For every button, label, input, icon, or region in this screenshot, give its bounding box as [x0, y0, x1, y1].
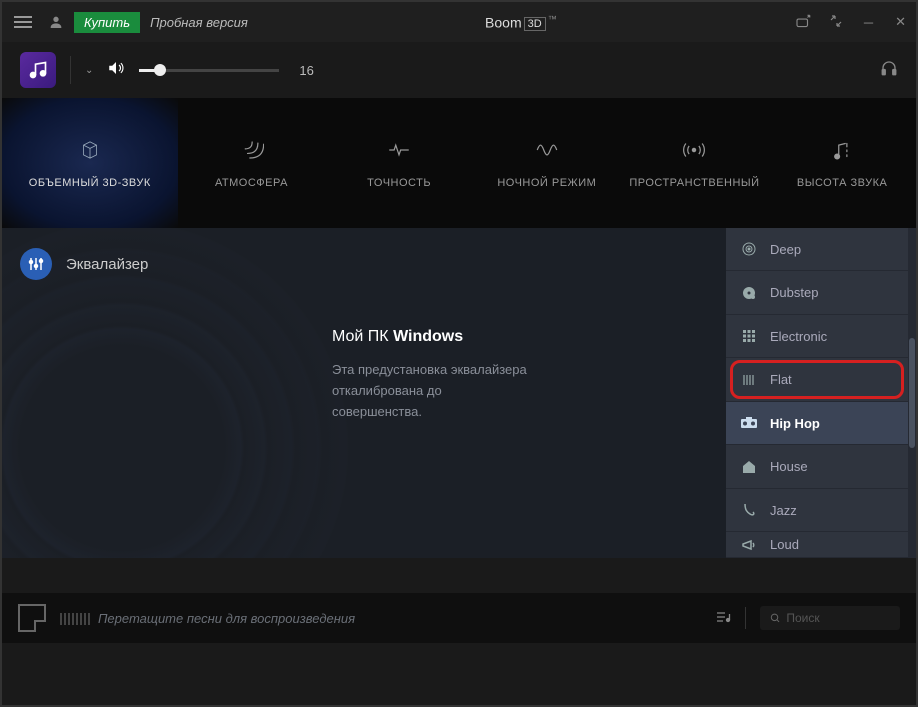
- effect-tabs: ОБЪЕМНЫЙ 3D-ЗВУК АТМОСФЕРА ТОЧНОСТЬ НОЧН…: [2, 98, 916, 228]
- output-dropdown[interactable]: ⌄: [85, 65, 93, 76]
- cube-icon: [77, 137, 103, 163]
- player-bar: Перетащите песни для воспроизведения: [2, 593, 916, 643]
- volume-slider[interactable]: [139, 69, 279, 72]
- album-icon[interactable]: [18, 604, 46, 632]
- tab-ambience[interactable]: АТМОСФЕРА: [178, 98, 326, 228]
- tab-3d-surround[interactable]: ОБЪЕМНЫЙ 3D-ЗВУК: [2, 98, 178, 228]
- equalizer-panel: Эквалайзер Мой ПК Windows Эта предустано…: [2, 228, 726, 558]
- tab-pitch[interactable]: ВЫСОТА ЗВУКА: [768, 98, 916, 228]
- titlebar-right: ─ ✕: [794, 10, 910, 34]
- preset-label: Loud: [770, 537, 799, 552]
- divider: [70, 56, 71, 84]
- share-icon[interactable]: [794, 13, 812, 31]
- tab-label: ВЫСОТА ЗВУКА: [797, 177, 887, 189]
- target-icon: [740, 240, 758, 258]
- equalizer-toggle[interactable]: [20, 248, 52, 280]
- preset-sidebar: Deep Dubstep Electronic Flat Hip Hop: [726, 228, 916, 558]
- preset-label: Dubstep: [770, 285, 818, 300]
- preset-loud[interactable]: Loud: [726, 532, 908, 558]
- compact-button[interactable]: [826, 11, 846, 34]
- preset-label: Deep: [770, 242, 801, 257]
- preset-electronic[interactable]: Electronic: [726, 315, 908, 358]
- divider: [745, 607, 746, 629]
- scrollbar-thumb[interactable]: [909, 338, 915, 448]
- preset-list[interactable]: Deep Dubstep Electronic Flat Hip Hop: [726, 228, 908, 558]
- speaker-icon[interactable]: [107, 59, 125, 82]
- drag-stripes: [60, 613, 90, 625]
- preset-jazz[interactable]: Jazz: [726, 489, 908, 532]
- equalizer-header: Эквалайзер: [2, 228, 726, 300]
- spatial-icon: [681, 137, 707, 163]
- trial-label: Пробная версия: [150, 15, 248, 30]
- app-icon[interactable]: [20, 52, 56, 88]
- preset-dubstep[interactable]: Dubstep: [726, 271, 908, 314]
- preset-hiphop[interactable]: Hip Hop: [726, 402, 908, 445]
- tab-label: НОЧНОЙ РЕЖИМ: [497, 177, 596, 189]
- preset-label: Flat: [770, 372, 792, 387]
- megaphone-icon: [740, 536, 758, 554]
- search-icon: [770, 612, 780, 624]
- waves-icon: [238, 137, 264, 163]
- eq-heading: Мой ПК Windows: [332, 328, 532, 346]
- menu-button[interactable]: [8, 10, 38, 34]
- title-text: Boom: [485, 14, 522, 30]
- equalizer-title: Эквалайзер: [66, 256, 148, 273]
- sax-icon: [740, 501, 758, 519]
- preset-scrollbar[interactable]: [908, 228, 916, 558]
- preset-label: Electronic: [770, 329, 827, 344]
- drag-hint-text: Перетащите песни для воспроизведения: [98, 611, 355, 626]
- playlist-icon[interactable]: [715, 609, 731, 628]
- profile-icon[interactable]: [48, 14, 64, 30]
- disc-icon: [740, 284, 758, 302]
- preset-label: Jazz: [770, 503, 797, 518]
- boombox-icon: [740, 414, 758, 432]
- title-3d: 3D: [524, 17, 546, 31]
- preset-flat[interactable]: Flat: [726, 358, 908, 401]
- grid-icon: [740, 327, 758, 345]
- preset-deep[interactable]: Deep: [726, 228, 908, 271]
- drag-hint: Перетащите песни для воспроизведения: [60, 611, 701, 626]
- equalizer-description: Мой ПК Windows Эта предустановка эквалай…: [332, 328, 532, 422]
- headphone-icon[interactable]: [880, 59, 898, 82]
- pitch-icon: [829, 137, 855, 163]
- titlebar-left: Купить Пробная версия: [8, 10, 248, 34]
- tab-label: ПРОСТРАНСТВЕННЫЙ: [629, 177, 759, 189]
- app-title: Boom3D™: [256, 14, 786, 31]
- preset-label: Hip Hop: [770, 416, 820, 431]
- buy-button[interactable]: Купить: [74, 12, 140, 33]
- eq-body: Эта предустановка эквалайзера откалибров…: [332, 360, 532, 422]
- wave-icon: [534, 137, 560, 163]
- main-area: Эквалайзер Мой ПК Windows Эта предустано…: [2, 228, 916, 558]
- volume-value: 16: [299, 63, 313, 78]
- house-icon: [740, 458, 758, 476]
- title-tm: ™: [548, 14, 557, 24]
- titlebar: Купить Пробная версия Boom3D™ ─ ✕: [2, 2, 916, 42]
- tab-night-mode[interactable]: НОЧНОЙ РЕЖИМ: [473, 98, 621, 228]
- close-button[interactable]: ✕: [891, 10, 910, 34]
- search-box[interactable]: [760, 606, 900, 630]
- app-window: Купить Пробная версия Boom3D™ ─ ✕ ⌄ 16: [0, 0, 918, 707]
- tab-fidelity[interactable]: ТОЧНОСТЬ: [325, 98, 473, 228]
- bars-icon: [740, 371, 758, 389]
- tab-spatial[interactable]: ПРОСТРАНСТВЕННЫЙ: [621, 98, 769, 228]
- tab-label: ОБЪЕМНЫЙ 3D-ЗВУК: [29, 177, 151, 189]
- tab-label: АТМОСФЕРА: [215, 177, 288, 189]
- tab-label: ТОЧНОСТЬ: [367, 177, 431, 189]
- preset-label: House: [770, 459, 808, 474]
- pulse-icon: [386, 137, 412, 163]
- slider-thumb[interactable]: [154, 64, 166, 76]
- search-input[interactable]: [786, 611, 890, 625]
- minimize-button[interactable]: ─: [860, 11, 877, 34]
- volume-bar: ⌄ 16: [2, 42, 916, 98]
- preset-house[interactable]: House: [726, 445, 908, 488]
